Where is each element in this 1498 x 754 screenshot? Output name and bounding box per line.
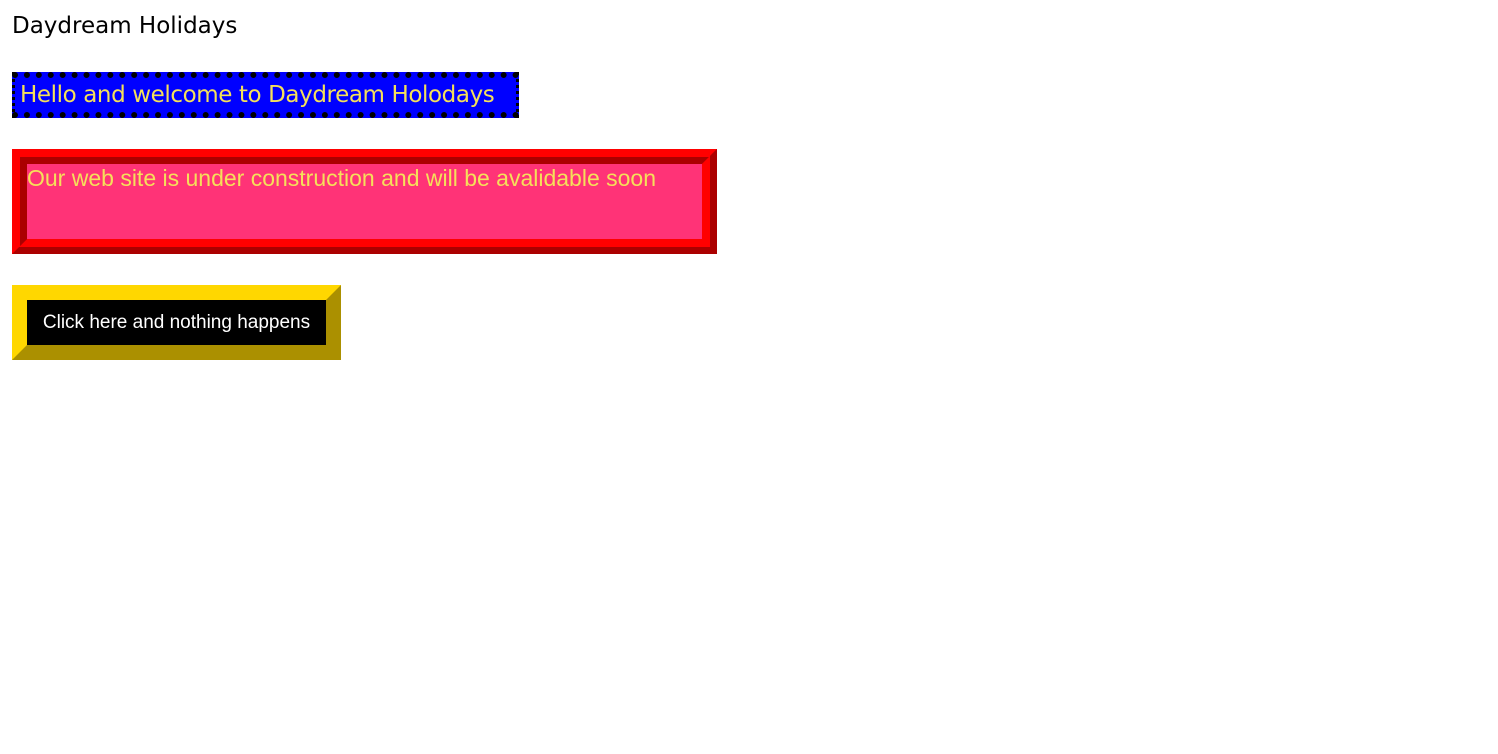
under-construction-text: Our web site is under construction and w…	[27, 165, 657, 191]
page-title: Daydream Holidays	[12, 13, 238, 39]
nothing-happens-button[interactable]: Click here and nothing happens	[12, 285, 341, 360]
under-construction-notice: Our web site is under construction and w…	[12, 149, 717, 254]
welcome-text: Hello and welcome to Daydream Holodays	[20, 82, 495, 108]
welcome-banner: Hello and welcome to Daydream Holodays	[12, 72, 519, 118]
